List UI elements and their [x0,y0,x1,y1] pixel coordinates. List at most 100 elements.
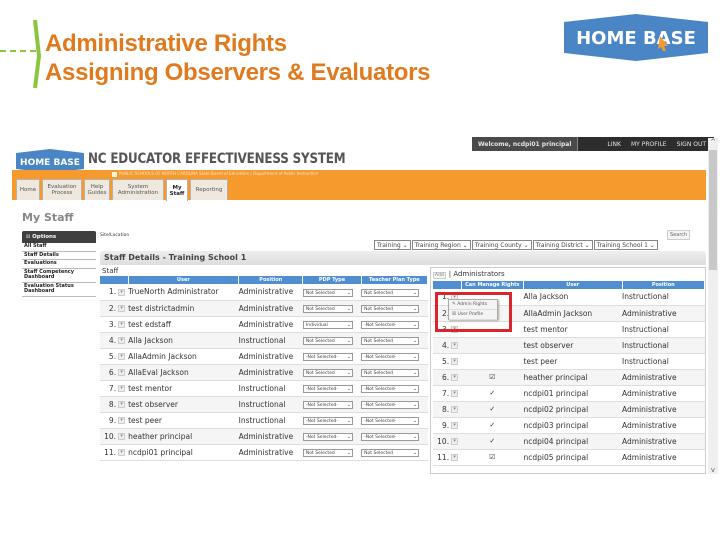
slide-title-line2: Assigning Observers & Evaluators [45,59,431,86]
tab-my-staff[interactable]: My Staff [166,179,188,201]
can-manage-rights-checkbox[interactable]: ☑ [461,369,524,386]
staff-table: User Position PDP Type Teacher Plan Type… [100,276,429,461]
tab-home[interactable]: Home [16,179,40,200]
row-menu-button[interactable]: ▾ [118,433,126,440]
row-menu-button[interactable]: ▾ [118,449,126,456]
position-cell: Administrative [622,369,705,386]
row-menu-button[interactable]: ▾ [118,337,126,344]
teacher-plan-select[interactable]: -Not Selected- ⌄ [361,353,420,361]
user-cell: test districtadmin [128,300,239,317]
row-menu-button[interactable]: ▾ [118,353,126,360]
teacher-plan-select[interactable]: -Not Selected- ⌄ [361,321,420,329]
row-menu-button[interactable]: ▾ [451,390,459,397]
can-manage-rights-checkbox[interactable]: ✓ [461,417,524,434]
position-cell: Instructional [622,353,705,370]
teacher-plan-select[interactable]: Not Selected ⌄ [361,449,420,457]
pdp-type-select[interactable]: Not Selected ⌄ [302,369,353,377]
scroll-up-icon[interactable]: ^ [708,138,718,146]
pdp-type-select[interactable]: -Not Selected- ⌄ [302,385,353,393]
can-manage-rights-checkbox[interactable] [461,337,524,354]
scroll-thumb[interactable] [709,150,717,270]
teacher-plan-select[interactable]: Not Selected ⌄ [361,337,420,345]
can-manage-rights-checkbox[interactable]: ✓ [461,385,524,402]
teacher-plan-select[interactable]: Not Selected ⌄ [361,288,420,297]
sidebar-item-staff-competency[interactable]: Staff Competency Dashboard [22,269,96,283]
pdp-type-select[interactable]: -Not Selected- ⌄ [302,401,353,409]
row-menu-button[interactable]: ▾ [118,288,126,296]
row-number: 11. [100,444,119,461]
teacher-plan-select[interactable]: -Not Selected- ⌄ [361,433,420,441]
row-number: 5. [100,348,119,365]
row-menu-button[interactable]: ▾ [451,454,459,461]
row-menu-button[interactable]: ▾ [118,385,126,392]
filter-region[interactable]: Training Region ⌄ [411,240,471,250]
pdp-type-select[interactable]: Individual ⌄ [302,321,353,329]
col-user[interactable]: User [523,281,623,289]
col-user[interactable]: User [128,276,240,284]
user-cell: ncdpi02 principal [523,401,623,418]
can-manage-rights-checkbox[interactable] [461,353,524,370]
pdp-type-select[interactable]: Not Selected ⌄ [302,288,353,297]
scroll-down-icon[interactable]: v [708,466,718,474]
row-menu-button[interactable]: ▾ [451,342,459,349]
sidebar-item-staff-details[interactable]: Staff Details [22,252,96,260]
row-menu-button[interactable]: ▾ [451,358,459,365]
sidebar-item-all-staff[interactable]: All Staff [22,243,96,252]
col-position[interactable]: Position [622,281,706,289]
teacher-plan-select[interactable]: -Not Selected- ⌄ [361,385,420,393]
site-location-label: Site/Location [100,233,130,238]
table-row: 2. ▾ test districtadmin Administrative Not S… [100,300,428,317]
add-admin-button[interactable]: Add [433,272,446,279]
link-link[interactable]: LINK [607,141,621,148]
row-menu-button[interactable]: ▾ [451,422,459,429]
pdp-type-select[interactable]: -Not Selected- ⌄ [302,353,353,361]
tab-reporting[interactable]: Reporting [190,179,228,200]
teacher-plan-select[interactable]: -Not Selected- ⌄ [361,417,420,425]
row-menu-button[interactable]: ▾ [118,321,126,328]
pdp-type-select[interactable]: -Not Selected- ⌄ [302,417,353,425]
sidebar-item-evaluation-status[interactable]: Evaluation Status Dashboard [22,283,96,297]
pdp-type-select[interactable]: Not Selected ⌄ [302,449,353,457]
search-button[interactable]: Search [667,230,691,240]
teacher-plan-select[interactable]: Not Selected ⌄ [361,369,420,377]
row-number: 8. [433,401,452,418]
welcome-text: Welcome, ncdpi01 principal [472,137,579,151]
tab-evaluation-process[interactable]: Evaluation Process [42,179,82,200]
col-can-manage-rights[interactable]: Can Manage Rights [461,281,524,289]
row-number: 1. [100,284,119,301]
options-header[interactable]: ⁞⁞ Options [22,231,96,243]
can-manage-rights-checkbox[interactable]: ✓ [461,401,524,418]
teacher-plan-select[interactable]: -Not Selected- ⌄ [361,401,420,409]
pdp-type-select[interactable]: -Not Selected- ⌄ [302,433,353,441]
tab-help-guides[interactable]: Help Guides [84,179,110,200]
row-menu-button[interactable]: ▾ [118,417,126,424]
col-position[interactable]: Position [238,276,304,284]
row-menu-button[interactable]: ▾ [118,305,126,312]
pdp-type-select[interactable]: Not Selected ⌄ [302,305,353,313]
tab-system-administration[interactable]: System Administration [112,179,164,200]
col-teacher-plan-type[interactable]: Teacher Plan Type [361,276,429,284]
pdp-type-select[interactable]: Not Selected ⌄ [302,337,353,345]
my-profile-link[interactable]: MY PROFILE [631,141,667,148]
user-cell: TrueNorth Administrator [128,284,239,301]
col-pdp-type[interactable]: PDP Type [302,276,362,284]
filter-county[interactable]: Training County ⌄ [471,240,532,250]
filter-district[interactable]: Training District ⌄ [532,240,593,250]
scrollbar[interactable]: ^ v [708,138,718,474]
row-menu-button[interactable]: ▾ [118,369,126,376]
can-manage-rights-checkbox[interactable]: ✓ [461,433,524,450]
dashed-connector [0,50,36,52]
row-menu-button[interactable]: ▾ [118,401,126,408]
row-menu-button[interactable]: ▾ [451,406,459,413]
filter-school[interactable]: Training School 1 ⌄ [593,240,658,250]
can-manage-rights-checkbox[interactable]: ☑ [461,449,524,466]
row-menu-button[interactable]: ▾ [451,438,459,445]
sign-out-link[interactable]: SIGN OUT [677,141,706,148]
sidebar-item-evaluations[interactable]: Evaluations [22,260,96,269]
teacher-plan-select[interactable]: Not Selected ⌄ [361,305,420,313]
row-menu-button[interactable]: ▾ [451,374,459,381]
filter-state[interactable]: Training ⌄ [374,240,411,250]
user-cell: test observer [128,396,239,413]
position-cell: Instructional [238,412,303,429]
position-cell: Administrative [238,428,303,445]
